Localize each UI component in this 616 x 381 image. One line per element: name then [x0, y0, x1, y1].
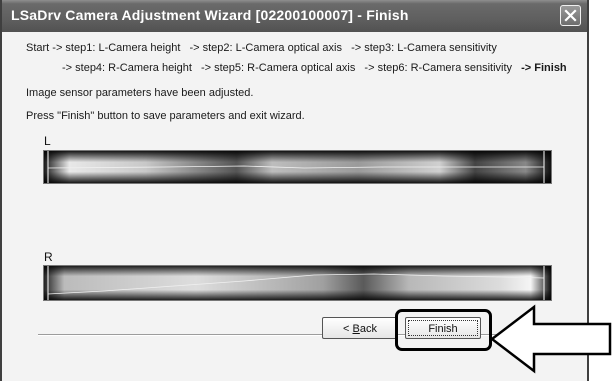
instruction-message: Press "Finish" button to save parameters…: [26, 110, 305, 122]
status-message: Image sensor parameters have been adjust…: [26, 87, 254, 99]
step-2: -> step2: L-Camera optical axis: [189, 42, 342, 54]
step-3: -> step3: L-Camera sensitivity: [351, 42, 497, 54]
close-icon: [564, 9, 577, 22]
step-start-1: Start -> step1: L-Camera height: [26, 42, 181, 54]
back-button[interactable]: < Back: [322, 317, 398, 339]
steps-row-2: -> step4: R-Camera height -> step5: R-Ca…: [62, 62, 567, 74]
back-hotkey: B: [352, 323, 360, 335]
close-button[interactable]: [560, 5, 581, 26]
finish-highlight-box: [395, 309, 492, 351]
step-finish: -> Finish: [521, 62, 567, 74]
steps-row-1: Start -> step1: L-Camera height -> step2…: [26, 42, 503, 54]
right-sensor-image: [43, 265, 552, 301]
left-sensor-label: L: [44, 134, 51, 148]
right-sensor-label: R: [44, 250, 53, 264]
back-prefix: <: [343, 323, 353, 335]
left-sensor-image: [43, 150, 552, 184]
step-4: -> step4: R-Camera height: [62, 62, 192, 74]
window-title: LSaDrv Camera Adjustment Wizard [0220010…: [11, 7, 409, 23]
step-6: -> step6: R-Camera sensitivity: [364, 62, 513, 74]
title-bar[interactable]: LSaDrv Camera Adjustment Wizard [0220010…: [2, 0, 587, 32]
step-5: -> step5: R-Camera optical axis: [200, 62, 356, 74]
back-rest: ack: [359, 323, 377, 335]
pointer-arrow-icon: [489, 304, 612, 374]
